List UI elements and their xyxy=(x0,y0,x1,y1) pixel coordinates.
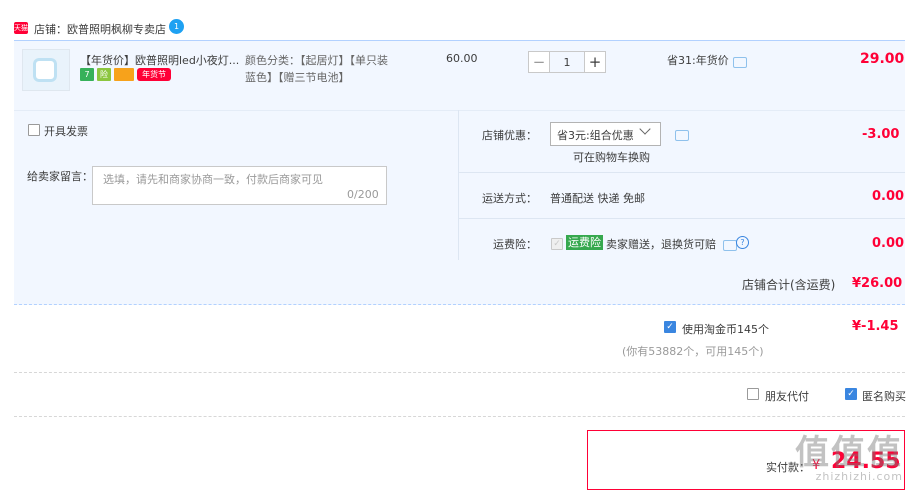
product-title-link[interactable]: 【年货价】欧普照明led小夜灯... xyxy=(80,52,239,68)
anonymous-label[interactable]: 匿名购买 xyxy=(862,388,906,404)
anonymous-checkbox[interactable]: ✓ xyxy=(845,388,857,400)
quantity-input[interactable]: 1 xyxy=(550,51,584,73)
help-icon[interactable]: ? xyxy=(736,236,749,249)
message-char-count: 0/200 xyxy=(347,188,379,201)
invoice-label[interactable]: 开具发票 xyxy=(44,123,88,139)
unit-price: 60.00 xyxy=(446,52,478,65)
subtotal-label: 店铺合计(含运费) xyxy=(742,278,836,292)
insurance-tag-icon: 险 xyxy=(97,68,111,81)
shop-discount-selected[interactable]: 省3元:组合优惠 xyxy=(557,127,634,143)
row-divider xyxy=(459,218,905,219)
seven-day-return-icon: 7 xyxy=(80,68,94,81)
watermark-logo: 值值值 xyxy=(795,433,903,473)
shop-discount-label: 店铺优惠： xyxy=(482,129,537,142)
subtotal-value: ¥26.00 xyxy=(852,276,903,291)
row-divider xyxy=(459,172,905,173)
quantity-decrease-button[interactable]: − xyxy=(528,51,550,73)
message-label: 给卖家留言： xyxy=(27,170,93,183)
friend-pay-label[interactable]: 朋友代付 xyxy=(765,388,809,404)
quantity-increase-button[interactable]: + xyxy=(584,51,606,73)
taojinbi-label[interactable]: 使用淘金币145个 xyxy=(682,321,769,337)
sku-line-1: 颜色分类：【起居灯】【单只装 xyxy=(245,54,388,67)
shipping-amount: 0.00 xyxy=(872,189,905,204)
service-tags: 7 险 年货节 xyxy=(80,68,171,81)
comment-icon[interactable] xyxy=(675,130,689,141)
divider xyxy=(14,416,905,417)
message-placeholder: 选填，请先和商家协商一致，付款后商家可见 xyxy=(103,173,323,186)
quantity-stepper: − 1 + xyxy=(528,51,606,73)
wangwang-chat-icon[interactable]: 1 xyxy=(169,19,184,34)
shipping-method: 普通配送 快递 免邮 xyxy=(550,192,645,205)
sku-line-2: 蓝色】【赠三节电池】 xyxy=(245,71,350,84)
tmall-badge: 天猫 xyxy=(14,22,28,34)
sku-info: 颜色分类：【起居灯】【单只装 蓝色】【赠三节电池】 xyxy=(245,52,415,86)
saving-text: 省31:年货价 xyxy=(667,54,729,67)
taojinbi-value: ¥-1.45 xyxy=(852,319,899,334)
taojinbi-checkbox[interactable]: ✓ xyxy=(664,321,676,333)
insurance-text: 卖家赠送，退换货可赔 xyxy=(606,238,716,251)
item-total-price: 29.00 xyxy=(860,51,905,67)
invoice-checkbox[interactable] xyxy=(28,124,40,136)
watermark: 值值值 zhizhizhi.com xyxy=(795,436,903,483)
insurance-label: 运费险： xyxy=(493,238,537,251)
insurance-badge: 运费险 xyxy=(566,235,603,250)
taojinbi-note: (你有53882个，可用145个) xyxy=(622,345,764,358)
comment-icon[interactable] xyxy=(723,240,737,251)
comment-icon[interactable] xyxy=(733,57,747,68)
store-name-link[interactable]: 店铺：欧普照明枫柳专卖店 xyxy=(34,21,166,37)
shop-discount-note: 可在购物车换购 xyxy=(573,151,650,164)
shipping-label: 运送方式： xyxy=(482,192,537,205)
new-year-festival-tag: 年货节 xyxy=(137,68,171,81)
insurance-amount: 0.00 xyxy=(872,236,905,251)
product-thumbnail[interactable] xyxy=(22,49,70,91)
credit-card-icon xyxy=(114,68,134,81)
divider xyxy=(14,372,905,373)
shop-discount-value: -3.00 xyxy=(862,127,900,142)
panel-divider xyxy=(458,110,459,260)
insurance-checkbox: ✓ xyxy=(551,238,563,250)
friend-pay-checkbox[interactable] xyxy=(747,388,759,400)
